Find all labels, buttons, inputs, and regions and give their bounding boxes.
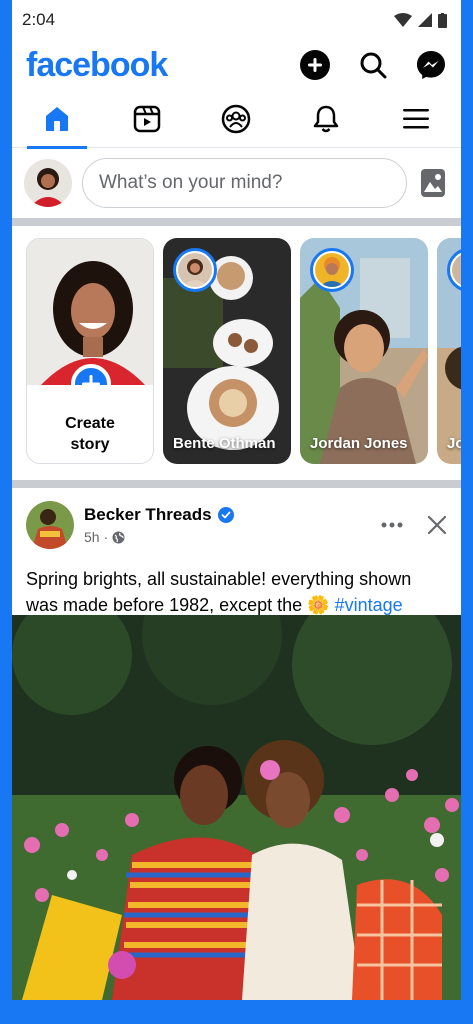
post-meta: Becker Threads 5h · — [84, 505, 371, 545]
wifi-icon — [394, 13, 412, 27]
story-avatar-ring — [173, 248, 217, 292]
story-card[interactable]: Bente Othman — [163, 238, 291, 464]
groups-icon — [222, 104, 251, 133]
plus-icon — [300, 50, 330, 80]
bell-icon — [314, 105, 339, 132]
post-header: Becker Threads 5h · — [12, 488, 461, 562]
header-actions — [299, 49, 447, 81]
hashtag-link[interactable]: #vintage — [335, 595, 403, 615]
story-avatar — [178, 253, 212, 287]
phone-screen: 2:04 facebook What’s on your mind? Creat… — [12, 0, 461, 1000]
post-time[interactable]: 5h — [84, 529, 100, 545]
create-story-photo — [27, 239, 153, 385]
whats-on-your-mind-input[interactable]: What’s on your mind? — [82, 158, 407, 208]
tab-menu[interactable] — [386, 90, 446, 148]
post-photo[interactable] — [12, 615, 461, 1000]
create-button[interactable] — [299, 49, 331, 81]
section-divider — [12, 218, 461, 226]
messenger-button[interactable] — [415, 49, 447, 81]
post-author-name[interactable]: Becker Threads — [84, 505, 212, 525]
reels-icon — [133, 105, 160, 132]
post-subline: 5h · — [84, 529, 371, 545]
close-icon[interactable] — [427, 515, 447, 535]
search-icon — [360, 52, 387, 79]
story-author-name: Bente Othman — [173, 435, 276, 452]
post-composer: What’s on your mind? — [12, 148, 461, 218]
post-header-actions — [381, 515, 447, 535]
verified-badge-icon — [217, 507, 234, 523]
story-author-name: Jordan Jones — [310, 435, 408, 452]
more-options-icon[interactable] — [381, 522, 403, 528]
story-avatar — [452, 253, 461, 287]
tab-reels[interactable] — [117, 90, 177, 148]
create-story-label: Create story — [65, 415, 115, 453]
add-photo-button[interactable] — [417, 167, 449, 199]
messenger-icon — [417, 51, 445, 79]
tab-groups[interactable] — [206, 90, 266, 148]
story-card[interactable]: Jordan Jones — [300, 238, 428, 464]
battery-icon — [438, 12, 447, 28]
search-button[interactable] — [357, 49, 389, 81]
hamburger-menu-icon — [403, 108, 430, 128]
separator-dot: · — [103, 529, 109, 545]
photo-icon — [421, 169, 445, 197]
app-header: facebook — [12, 40, 461, 90]
story-card[interactable]: Jo Ly — [437, 238, 461, 464]
user-avatar[interactable] — [24, 159, 72, 207]
post-emoji: 🌼 — [307, 595, 330, 615]
story-author-name: Jo Ly — [447, 435, 461, 452]
globe-icon — [112, 531, 125, 543]
status-time: 2:04 — [22, 10, 56, 29]
plus-icon — [82, 375, 100, 385]
tab-notifications[interactable] — [296, 90, 356, 148]
stories-tray: Create story Bente Othman Jordan Jones J… — [12, 226, 461, 480]
signal-icon — [418, 13, 432, 27]
create-story-card[interactable]: Create story — [26, 238, 154, 464]
tab-home[interactable] — [26, 90, 87, 149]
home-icon — [45, 106, 68, 131]
post-author-avatar[interactable] — [26, 501, 74, 549]
facebook-logo: facebook — [26, 45, 168, 84]
story-avatar-ring — [310, 248, 354, 292]
post-author: Becker Threads — [84, 505, 371, 525]
section-divider — [12, 480, 461, 488]
status-icons — [394, 12, 447, 28]
story-avatar — [315, 253, 349, 287]
status-bar: 2:04 — [12, 0, 461, 40]
tab-bar — [12, 90, 461, 149]
